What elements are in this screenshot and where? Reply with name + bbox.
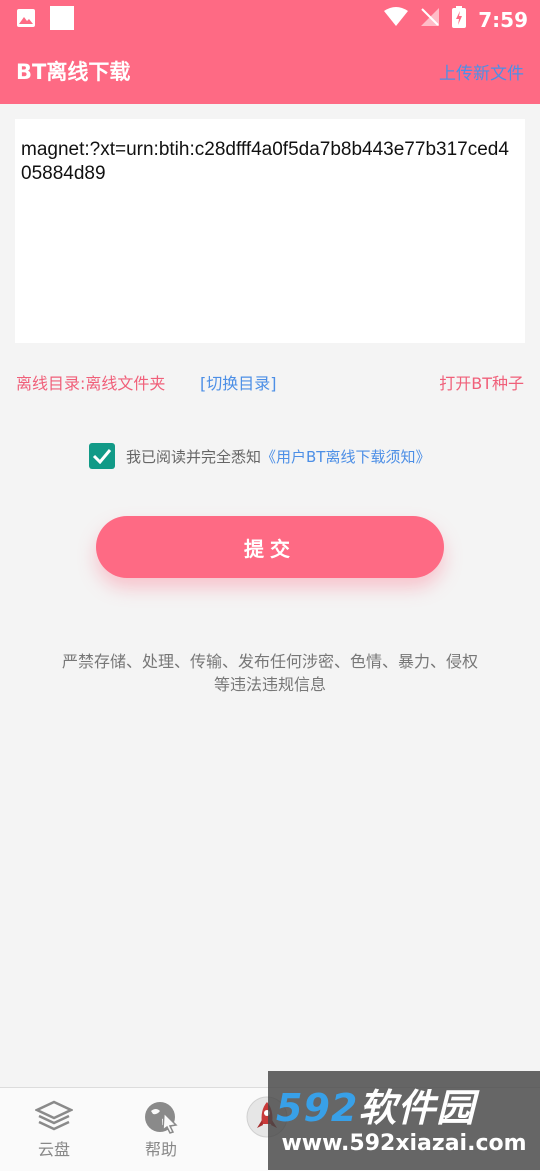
watermark-brand: 592软件园 [276,1077,475,1132]
nav-label-help: 帮助 [144,1140,177,1159]
offline-directory-label: 离线目录:离线文件夹 [16,374,166,393]
nav-label-cloud-disk: 云盘 [37,1140,70,1159]
watermark-brand-text: 软件园 [358,1086,476,1130]
magnet-link-input[interactable]: magnet:?xt=urn:btih:c28dfff4a0f5da7b8b44… [15,119,525,343]
agreement-text: 我已阅读并完全悉知 [126,447,262,466]
status-time: 7:59 [478,7,528,32]
switch-directory-link[interactable]: [切换目录] [200,370,277,394]
warning-line-2: 等违法违规信息 [213,675,326,694]
check-icon [92,449,112,464]
square-notification-icon [50,6,74,34]
wifi-icon [384,7,409,32]
help-globe-icon [126,1098,196,1136]
agreement-checkbox[interactable] [89,443,115,469]
no-signal-icon [420,7,440,32]
nav-item-cloud-disk[interactable]: 云盘 [19,1098,89,1160]
agreement-terms-link[interactable]: 《用户BT离线下载须知》 [261,446,430,467]
app-bar: BT离线下载 上传新文件 [0,36,540,104]
open-bt-seed-link[interactable]: 打开BT种子 [439,370,524,394]
submit-button[interactable]: 提交 [96,516,444,578]
page-title: BT离线下载 [16,60,131,84]
layers-icon [19,1098,89,1136]
agreement-row: 我已阅读并完全悉知 《用户BT离线下载须知》 [89,442,430,470]
watermark-brand-number: 592 [276,1086,359,1130]
image-notification-icon [16,8,36,32]
status-bar: 7:59 [0,0,540,36]
site-watermark: 592软件园 www.592xiazai.com [268,1071,540,1170]
warning-line-1: 严禁存储、处理、传输、发布任何涉密、色情、暴力、侵权 [61,652,478,671]
battery-charging-icon [452,6,467,33]
directory-row: 离线目录:离线文件夹 [切换目录] 打开BT种子 [16,370,524,394]
legal-warning: 严禁存储、处理、传输、发布任何涉密、色情、暴力、侵权 等违法违规信息 [20,650,520,696]
watermark-url: www.592xiazai.com [281,1131,527,1156]
nav-item-help[interactable]: 帮助 [126,1098,196,1160]
upload-new-file-link[interactable]: 上传新文件 [439,59,524,84]
